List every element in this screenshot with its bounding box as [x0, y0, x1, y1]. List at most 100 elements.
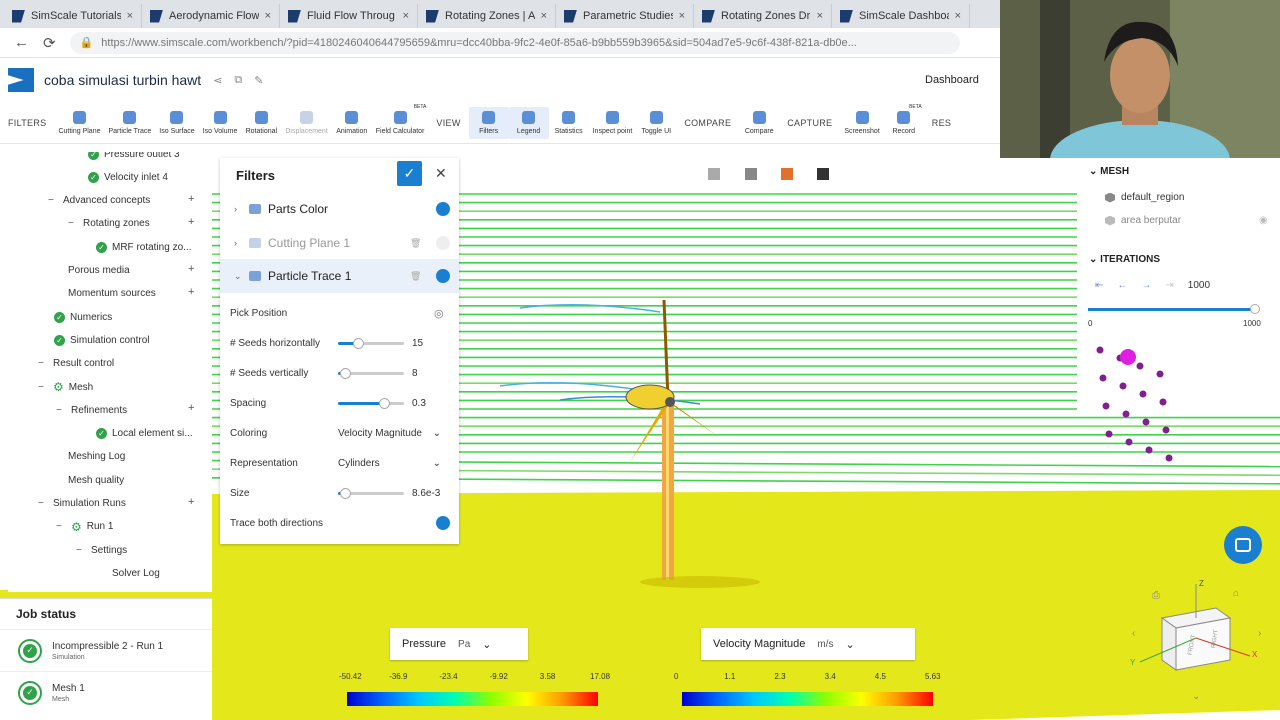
rotate-right-icon[interactable]: ›: [1258, 628, 1261, 639]
iterations-section-title[interactable]: ⌄ ITERATIONS: [1089, 254, 1160, 265]
toolbar-iso-volume-button[interactable]: Iso Volume: [199, 110, 242, 135]
visibility-toggle[interactable]: [436, 202, 450, 216]
close-icon[interactable]: ✕: [435, 165, 447, 182]
share-icon[interactable]: ⋖: [213, 74, 222, 87]
toolbar-toggle-ui-button[interactable]: Toggle UI: [636, 110, 676, 135]
simscale-logo[interactable]: [8, 68, 34, 92]
add-icon[interactable]: +: [188, 496, 194, 508]
tab-close-icon[interactable]: ×: [679, 10, 685, 22]
tree-item-result-control[interactable]: − Result control: [38, 354, 114, 374]
toolbar-animation-button[interactable]: Animation: [332, 110, 372, 135]
pressure-legend-selector[interactable]: Pressure Pa ⌄: [390, 628, 528, 660]
add-icon[interactable]: +: [188, 263, 194, 275]
seeds-vertical-slider[interactable]: [338, 367, 404, 379]
trace-both-toggle[interactable]: [436, 516, 450, 530]
chevron-right-icon[interactable]: ›: [234, 204, 242, 214]
visibility-toggle[interactable]: [436, 269, 450, 283]
toolbar-field-calculator-button[interactable]: Field Calculator BETA: [372, 104, 429, 135]
eye-hidden-icon[interactable]: ◉: [1259, 215, 1268, 226]
browser-tab[interactable]: Rotating Zones Dr ×: [694, 4, 832, 28]
iteration-slider[interactable]: [1088, 304, 1260, 314]
toolbar-legend-button[interactable]: Legend: [508, 106, 549, 139]
toolbar-filters-button[interactable]: Filters: [468, 106, 509, 139]
size-slider[interactable]: [338, 487, 404, 499]
tab-close-icon[interactable]: ×: [127, 10, 133, 22]
back-icon[interactable]: ←: [14, 34, 29, 51]
velocity-legend-selector[interactable]: Velocity Magnitude m/s ⌄: [701, 628, 915, 660]
job-item[interactable]: ✓ Incompressible 2 - Run 1 Simulation: [0, 629, 212, 671]
representation-select[interactable]: Cylinders ⌄: [338, 458, 445, 469]
next-iteration-icon[interactable]: →: [1141, 280, 1151, 291]
view-surface-edges-icon[interactable]: [781, 168, 793, 180]
collapse-icon[interactable]: −: [56, 521, 66, 532]
collapse-icon[interactable]: −: [38, 498, 48, 509]
edit-icon[interactable]: ✎: [254, 74, 263, 87]
target-icon[interactable]: ◎: [434, 307, 444, 320]
toolbar-iso-surface-button[interactable]: Iso Surface: [155, 110, 198, 135]
tree-item-meshing-log[interactable]: Meshing Log: [68, 447, 125, 467]
last-iteration-icon[interactable]: ⇥: [1165, 280, 1173, 291]
toolbar-screenshot-button[interactable]: Screenshot: [840, 110, 883, 135]
view-wireframe-icon[interactable]: [708, 168, 720, 180]
collapse-icon[interactable]: −: [48, 195, 58, 206]
job-item[interactable]: ✓ Mesh 1 Mesh: [0, 671, 212, 713]
browser-tab[interactable]: Fluid Flow Throug ×: [280, 4, 418, 28]
collapse-icon[interactable]: −: [38, 382, 48, 393]
add-icon[interactable]: +: [188, 216, 194, 228]
toolbar-cutting-plane-button[interactable]: Cutting Plane: [54, 110, 104, 135]
spacing-value[interactable]: 0.3: [412, 398, 426, 409]
home-icon[interactable]: ⌂: [1233, 588, 1239, 599]
prev-iteration-icon[interactable]: ←: [1117, 280, 1127, 291]
tree-item-mesh-quality[interactable]: Mesh quality: [68, 470, 124, 490]
mesh-item[interactable]: default_region: [1105, 192, 1184, 203]
tree-item-local-element-si[interactable]: ✓ Local element si...: [96, 424, 193, 444]
filter-row-particle-trace[interactable]: ⌄ Particle Trace 1 🗑: [220, 259, 459, 293]
browser-tab[interactable]: Rotating Zones | A ×: [418, 4, 556, 28]
collapse-icon[interactable]: −: [56, 405, 66, 416]
view-solid-icon[interactable]: [745, 168, 757, 180]
tree-item-rotating-zones[interactable]: − Rotating zones: [68, 214, 150, 234]
seeds-horizontal-slider[interactable]: [338, 337, 404, 349]
url-field[interactable]: 🔒 https://www.simscale.com/workbench/?pi…: [69, 31, 960, 54]
camera-icon[interactable]: ⎙: [1152, 590, 1160, 601]
browser-tab[interactable]: SimScale Dashboa ×: [832, 4, 970, 28]
pick-position-marker[interactable]: [1120, 349, 1136, 365]
tree-item-advanced-concepts[interactable]: − Advanced concepts: [48, 191, 150, 211]
confirm-button[interactable]: ✓: [397, 161, 422, 186]
tree-item-settings[interactable]: − Settings: [76, 540, 127, 560]
collapse-icon[interactable]: −: [38, 358, 48, 369]
browser-tab[interactable]: SimScale Tutorials ×: [4, 4, 142, 28]
tree-item-numerics[interactable]: ✓ Numerics: [54, 307, 112, 327]
first-iteration-icon[interactable]: ⇤: [1095, 280, 1103, 291]
chevron-down-icon[interactable]: ⌄: [234, 271, 242, 282]
filter-row-cutting-plane[interactable]: › Cutting Plane 1 🗑: [220, 226, 459, 260]
size-value[interactable]: 8.6e-3: [412, 488, 440, 499]
tree-item-velocity-inlet-4[interactable]: ✓ Velocity inlet 4: [88, 167, 168, 187]
navigation-cube[interactable]: Z X Y FRONT RIGHT ⎙ ⌂ ‹ › ⌄: [1130, 578, 1270, 708]
view-reset-icon[interactable]: [817, 168, 829, 180]
tree-item-pressure-outlet-3[interactable]: ✓ Pressure outlet 3: [88, 152, 180, 164]
add-icon[interactable]: +: [188, 193, 194, 205]
collapse-icon[interactable]: −: [76, 545, 86, 556]
tree-item-mesh[interactable]: − ⚙ Mesh: [38, 377, 93, 397]
rotate-down-icon[interactable]: ⌄: [1192, 691, 1200, 702]
add-icon[interactable]: +: [188, 286, 194, 298]
tree-item-porous-media[interactable]: Porous media: [68, 261, 130, 281]
tab-close-icon[interactable]: ×: [817, 10, 823, 22]
mesh-section-title[interactable]: ⌄ MESH: [1089, 166, 1129, 177]
toolbar-compare-button[interactable]: Compare: [739, 110, 779, 135]
collapse-icon[interactable]: −: [68, 218, 78, 229]
seeds-horizontal-value[interactable]: 15: [412, 338, 423, 349]
chevron-right-icon[interactable]: ›: [234, 238, 242, 248]
reload-icon[interactable]: ⟳: [43, 34, 56, 52]
visibility-toggle[interactable]: [436, 236, 450, 250]
iteration-value[interactable]: 1000: [1188, 280, 1210, 291]
tree-item-solver-log[interactable]: Solver Log: [112, 563, 160, 583]
trash-icon[interactable]: 🗑: [410, 271, 421, 282]
toolbar-rotational-button[interactable]: Rotational: [241, 110, 281, 135]
add-icon[interactable]: +: [188, 402, 194, 414]
toolbar-particle-trace-button[interactable]: Particle Trace: [104, 110, 155, 135]
tree-item-simulation-runs[interactable]: − Simulation Runs: [38, 494, 126, 514]
mesh-item[interactable]: area berputar ◉: [1105, 215, 1268, 226]
tree-item-simulation-control[interactable]: ✓ Simulation control: [54, 330, 149, 350]
